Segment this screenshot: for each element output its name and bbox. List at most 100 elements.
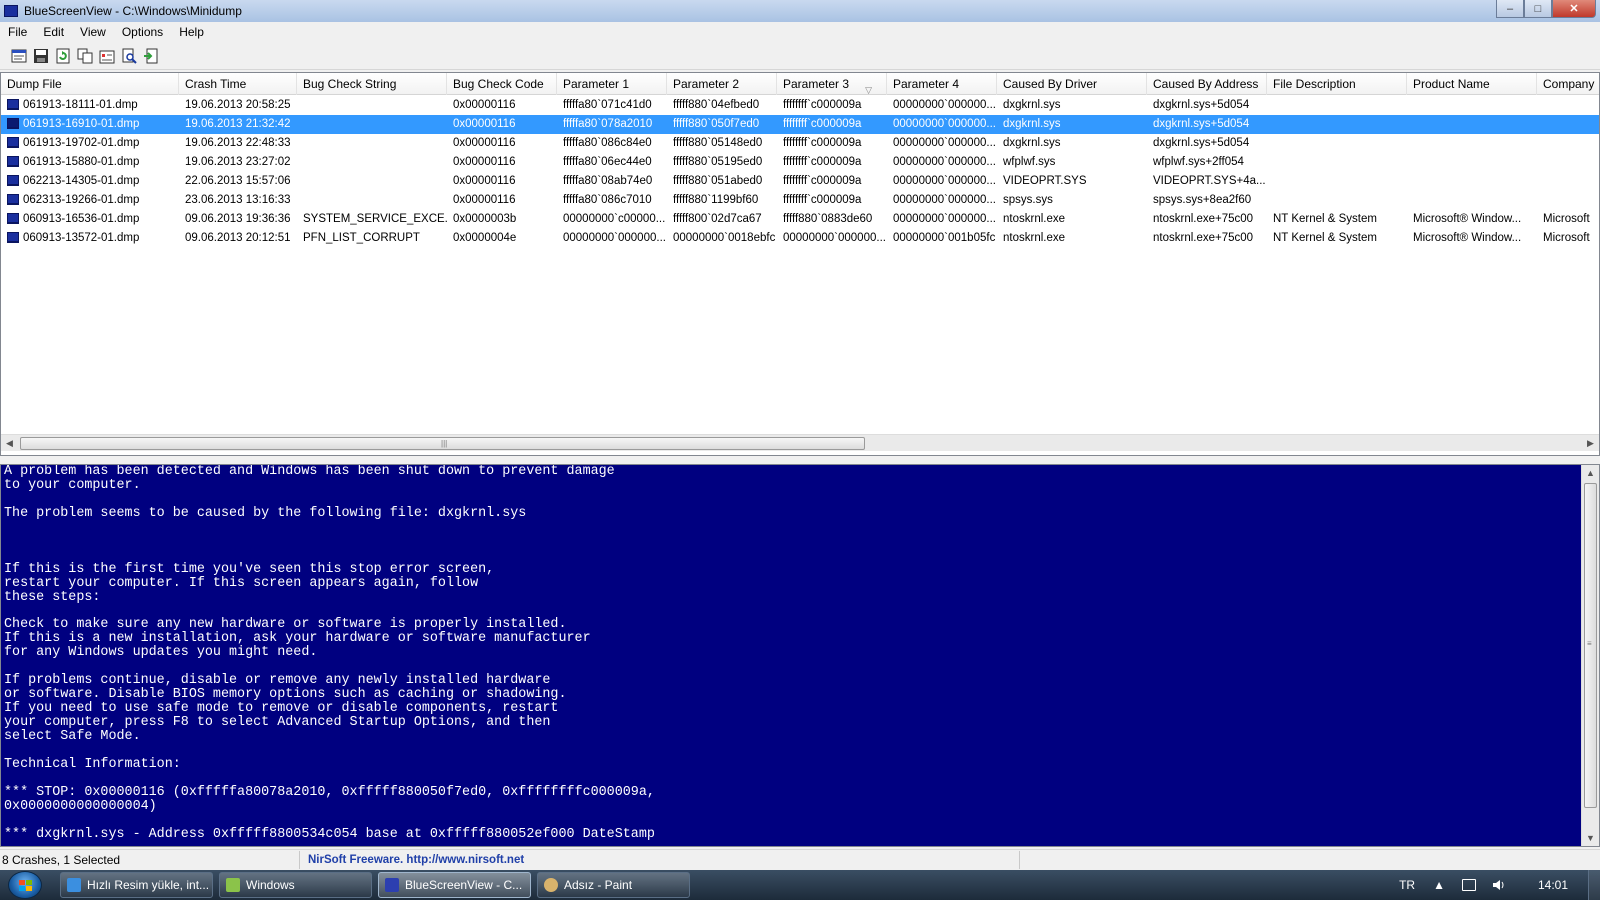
column-parameter-2[interactable]: Parameter 2 — [667, 73, 777, 95]
dump-file-icon — [7, 156, 19, 167]
column-parameter-4[interactable]: Parameter 4 — [887, 73, 997, 95]
table-cell: wfplwf.sys — [1003, 156, 1056, 168]
menu-file[interactable]: File — [0, 25, 35, 39]
exit-icon[interactable] — [142, 47, 160, 65]
column-crash-time[interactable]: Crash Time — [179, 73, 297, 95]
properties-icon[interactable] — [98, 47, 116, 65]
table-row[interactable]: 060913-13572-01.dmp 09.06.2013 20:12:51 PF… — [1, 229, 1599, 248]
table-cell — [1267, 96, 1407, 115]
table-cell: 00000000`000000... — [893, 156, 996, 168]
taskbar-item-paint[interactable]: Adsız - Paint — [537, 872, 690, 898]
table-cell — [1407, 191, 1537, 210]
maximize-button[interactable]: □ — [1524, 0, 1552, 18]
refresh-icon[interactable] — [54, 47, 72, 65]
table-cell: 0x00000116 — [453, 156, 516, 168]
table-row[interactable]: 061913-16910-01.dmp 19.06.2013 21:32:42 0x… — [1, 115, 1599, 134]
table-cell: dxgkrnl.sys — [1003, 99, 1061, 111]
table-cell: Microsoft — [1543, 232, 1590, 244]
table-cell: ffffffff`c000009a — [783, 194, 862, 206]
taskbar-item-browser[interactable]: Hızlı Resim yükle, int... — [60, 872, 213, 898]
crash-list[interactable]: Dump File Crash Time Bug Check String Bu… — [0, 72, 1600, 456]
table-cell: NT Kernel & System — [1273, 213, 1377, 225]
vertical-scroll-thumb[interactable]: ≡ — [1584, 483, 1597, 808]
table-row[interactable]: 062213-14305-01.dmp 22.06.2013 15:57:06 0x… — [1, 172, 1599, 191]
column-dump-file[interactable]: Dump File — [1, 73, 179, 95]
start-button[interactable] — [8, 871, 42, 899]
toolbar — [0, 42, 1600, 70]
menu-edit[interactable]: Edit — [35, 25, 72, 39]
network-icon[interactable] — [1461, 879, 1476, 891]
table-cell: 0x0000004e — [453, 232, 517, 244]
table-cell: 00000000`001b05fc — [893, 232, 996, 244]
vertical-scrollbar[interactable]: ▲ ≡ ▼ — [1581, 465, 1599, 846]
column-parameter-1[interactable]: Parameter 1 — [557, 73, 667, 95]
table-row[interactable]: 060913-16536-01.dmp 09.06.2013 19:36:36 SY… — [1, 210, 1599, 229]
column-parameter-3[interactable]: Parameter 3 ▽ — [777, 73, 887, 95]
scroll-right-icon[interactable]: ▶ — [1582, 435, 1599, 452]
column-bug-check-string[interactable]: Bug Check String — [297, 73, 447, 95]
bsod-text: A problem has been detected and Windows … — [4, 465, 655, 842]
table-row[interactable]: 061913-15880-01.dmp 19.06.2013 23:27:02 0x… — [1, 153, 1599, 172]
column-company[interactable]: Company — [1537, 73, 1599, 95]
table-row[interactable]: 061913-18111-01.dmp 19.06.2013 20:58:25 0x… — [1, 96, 1599, 115]
table-cell — [297, 172, 447, 191]
menu-view[interactable]: View — [72, 25, 114, 39]
paint-icon — [544, 878, 558, 892]
table-cell: fffffa80`06ec44e0 — [563, 156, 652, 168]
table-cell: 22.06.2013 15:57:06 — [185, 175, 291, 187]
table-cell: Microsoft — [1543, 213, 1590, 225]
table-cell: 00000000`000000... — [893, 213, 996, 225]
table-cell: fffff800`02d7ca67 — [673, 213, 762, 225]
menu-options[interactable]: Options — [114, 25, 171, 39]
show-hidden-icons-icon[interactable]: ▲ — [1433, 878, 1445, 892]
taskbar-item-label: Windows — [246, 878, 295, 892]
menu-help[interactable]: Help — [171, 25, 212, 39]
table-cell: VIDEOPRT.SYS+4a... — [1153, 175, 1266, 187]
html-report-icon[interactable] — [10, 47, 28, 65]
table-cell: ffffffff`c000009a — [783, 175, 862, 187]
dump-file-icon — [7, 137, 19, 148]
bsod-preview[interactable]: A problem has been detected and Windows … — [0, 464, 1600, 847]
scroll-down-icon[interactable]: ▼ — [1582, 830, 1599, 846]
table-cell: 061913-16910-01.dmp — [1, 115, 179, 134]
table-cell: fffffa80`08ab74e0 — [563, 175, 653, 187]
save-icon[interactable] — [32, 47, 50, 65]
system-tray: TR ▲ 14:01 — [1390, 870, 1600, 900]
table-cell: fffff880`0883de60 — [783, 213, 873, 225]
table-cell — [1407, 172, 1537, 191]
windows-logo-icon — [19, 880, 33, 892]
column-file-description[interactable]: File Description — [1267, 73, 1407, 95]
table-cell — [1407, 134, 1537, 153]
table-cell: ntoskrnl.exe — [1003, 213, 1066, 225]
clock[interactable]: 14:01 — [1538, 878, 1568, 892]
taskbar-item-explorer[interactable]: Windows — [219, 872, 372, 898]
scroll-left-icon[interactable]: ◀ — [1, 435, 18, 452]
table-cell — [1537, 153, 1599, 172]
column-bug-check-code[interactable]: Bug Check Code — [447, 73, 557, 95]
table-cell: 00000000`000000... — [893, 175, 996, 187]
horizontal-scroll-thumb[interactable]: ||| — [20, 437, 865, 450]
nirsoft-link[interactable]: NirSoft Freeware. http://www.nirsoft.net — [300, 850, 1020, 869]
column-product-name[interactable]: Product Name — [1407, 73, 1537, 95]
table-cell: dxgkrnl.sys+5d054 — [1153, 99, 1250, 111]
table-cell: dxgkrnl.sys+5d054 — [1153, 118, 1250, 130]
language-indicator[interactable]: TR — [1399, 878, 1415, 892]
table-cell: fffff880`051abed0 — [673, 175, 763, 187]
table-cell: 0x00000116 — [453, 118, 516, 130]
table-row[interactable]: 061913-19702-01.dmp 19.06.2013 22:48:33 0x… — [1, 134, 1599, 153]
scroll-up-icon[interactable]: ▲ — [1582, 465, 1599, 481]
column-caused-by-driver[interactable]: Caused By Driver — [997, 73, 1147, 95]
find-icon[interactable] — [120, 47, 138, 65]
title-bar[interactable]: BlueScreenView - C:\Windows\Minidump – □… — [0, 0, 1600, 22]
volume-icon[interactable] — [1492, 879, 1506, 891]
close-button[interactable]: ✕ — [1552, 0, 1596, 18]
show-desktop-button[interactable] — [1588, 870, 1600, 900]
table-row[interactable]: 062313-19266-01.dmp 23.06.2013 13:16:33 0x… — [1, 191, 1599, 210]
column-caused-by-address[interactable]: Caused By Address — [1147, 73, 1267, 95]
table-cell: 00000000`0018ebfc — [673, 232, 776, 244]
table-cell: Microsoft® Window... — [1413, 232, 1522, 244]
horizontal-scrollbar[interactable]: ◀ ||| ▶ — [1, 434, 1599, 451]
copy-icon[interactable] — [76, 47, 94, 65]
taskbar-item-bluescreenview[interactable]: BlueScreenView - C... — [378, 872, 531, 898]
minimize-button[interactable]: – — [1496, 0, 1524, 18]
